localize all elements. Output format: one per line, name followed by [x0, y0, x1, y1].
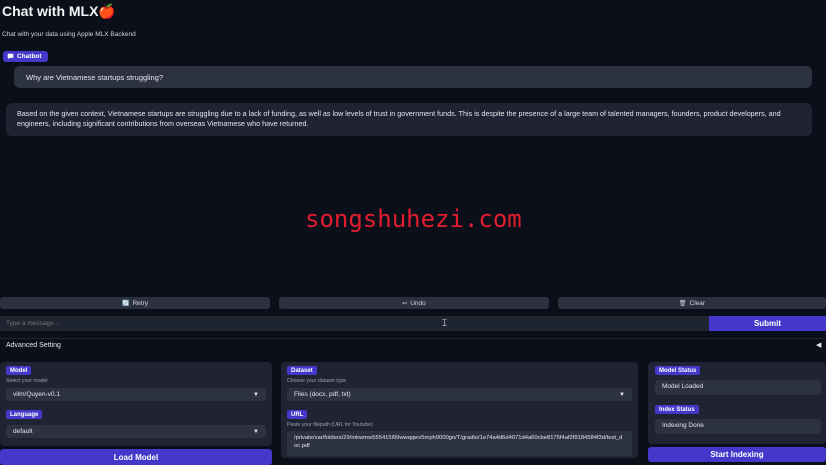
- app-subtitle: Chat with your data using Apple MLX Back…: [2, 31, 136, 38]
- message-input[interactable]: [0, 316, 709, 331]
- model-status-label: Model Status: [655, 366, 701, 375]
- model-status-value: Model Loaded: [655, 380, 821, 395]
- watermark-text: songshuhezi.com: [305, 205, 522, 233]
- index-status-value: Indexing Done: [655, 419, 821, 434]
- start-indexing-button[interactable]: Start Indexing: [648, 447, 826, 462]
- trash-icon: 🗑: [678, 300, 687, 307]
- app-title: Chat with MLX🍎: [2, 3, 116, 19]
- chatbot-label: Chatbot: [17, 53, 42, 60]
- text-cursor-icon: 𝙸: [441, 318, 449, 329]
- url-label: URL: [287, 410, 308, 419]
- dataset-select-value: Files (docx, pdf, txt): [294, 391, 351, 398]
- chatbot-label-badge: Chatbot: [3, 51, 48, 62]
- model-select-value: vilm/Quyen-v0.1: [13, 391, 60, 398]
- url-input[interactable]: /private/var/folders/29/mkwmw555415l99ww…: [287, 431, 632, 456]
- user-message: Why are Vietnamese startups struggling?: [14, 66, 812, 88]
- undo-label: Undo: [410, 299, 426, 307]
- undo-button[interactable]: ↩ Undo: [279, 297, 549, 309]
- advanced-setting-toggle[interactable]: [0, 338, 826, 354]
- load-model-button[interactable]: Load Model: [0, 449, 272, 465]
- model-hint: Select your model: [6, 378, 48, 384]
- clear-label: Clear: [689, 299, 706, 307]
- language-select[interactable]: default ▼: [6, 425, 266, 438]
- undo-icon: ↩: [402, 300, 408, 307]
- clear-button[interactable]: 🗑 Clear: [558, 297, 826, 309]
- caret-left-icon: ◀: [816, 342, 822, 349]
- model-select[interactable]: vilm/Quyen-v0.1 ▼: [6, 388, 266, 401]
- submit-button[interactable]: Submit: [709, 316, 826, 331]
- advanced-setting-label: Advanced Setting: [6, 342, 61, 349]
- chat-icon: [7, 53, 14, 60]
- dataset-label: Dataset: [287, 366, 317, 375]
- dropdown-caret-icon: ▼: [619, 391, 625, 398]
- retry-button[interactable]: 🔄 Retry: [0, 297, 270, 309]
- dropdown-caret-icon: ▼: [253, 428, 259, 435]
- bot-message: Based on the given context, Vietnamese s…: [6, 103, 812, 136]
- url-hint: Paste your filepath (URL for Youtube): [287, 422, 373, 428]
- retry-icon: 🔄: [121, 300, 130, 307]
- retry-label: Retry: [132, 299, 148, 307]
- model-label: Model: [6, 366, 32, 375]
- index-status-label: Index Status: [655, 405, 699, 414]
- language-label: Language: [6, 410, 43, 419]
- dropdown-caret-icon: ▼: [253, 391, 259, 398]
- dataset-hint: Choose your dataset type: [287, 378, 347, 384]
- language-select-value: default: [13, 428, 33, 435]
- dataset-select[interactable]: Files (docx, pdf, txt) ▼: [287, 388, 632, 401]
